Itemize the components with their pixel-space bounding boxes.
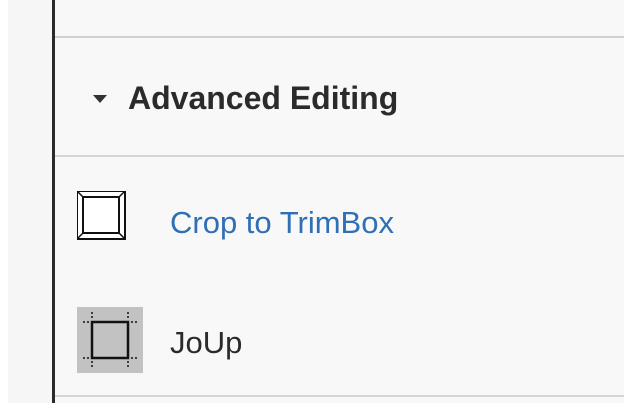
left-gutter [8,0,52,403]
tool-label: JoUp [170,325,243,360]
advanced-editing-section-header[interactable]: Advanced Editing [55,38,624,157]
tools-panel: Advanced Editing Crop to TrimBox JoUp [55,0,624,403]
tool-joup[interactable]: JoUp [55,277,624,397]
panel-top-area [55,0,624,38]
crop-box-icon [76,190,143,257]
section-title: Advanced Editing [128,80,399,116]
tool-label: Crop to TrimBox [170,205,394,240]
triangle-down-icon [93,95,107,103]
joup-icon [77,307,143,373]
window-edge [0,0,8,403]
tool-crop-to-trimbox[interactable]: Crop to TrimBox [55,157,624,277]
